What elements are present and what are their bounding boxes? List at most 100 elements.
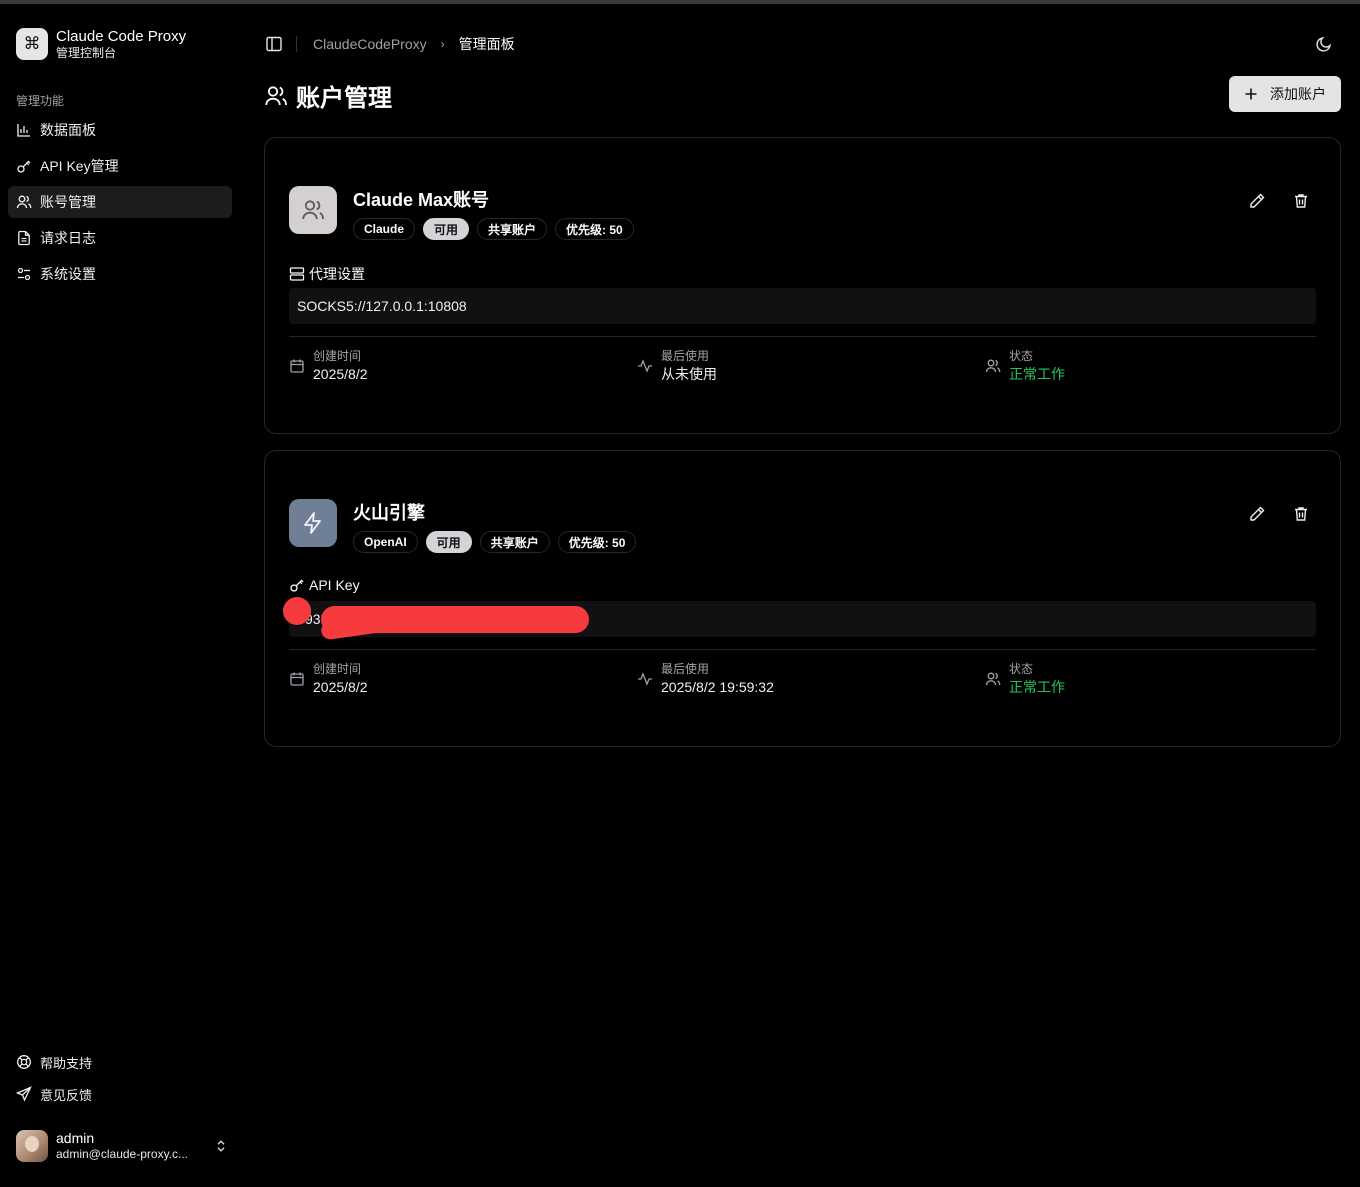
sidebar-item-label: 意见反馈 [40, 1087, 93, 1103]
send-icon [16, 1086, 32, 1102]
sidebar-item-label: 帮助支持 [40, 1055, 93, 1071]
created-time: 创建时间 2025/8/2 [289, 348, 368, 384]
user-name: admin [56, 1130, 95, 1146]
edit-icon[interactable] [1248, 192, 1266, 210]
priority-badge: 优先级: 50 [555, 218, 634, 240]
users-icon [289, 186, 337, 234]
meta-value: 从未使用 [661, 366, 717, 382]
user-email: admin@claude-proxy.c... [56, 1147, 189, 1161]
sidebar-item-label: 数据面板 [40, 122, 96, 138]
field-label-text: API Key [309, 577, 360, 593]
divider [289, 649, 1316, 650]
last-used: 最后使用 2025/8/2 19:59:32 [637, 661, 774, 697]
account-status: 状态 正常工作 [985, 661, 1065, 697]
meta-value: 正常工作 [1009, 679, 1065, 695]
sidebar-item-request-logs[interactable]: 请求日志 [8, 222, 232, 254]
chevron-right-icon: › [440, 37, 445, 51]
proxy-settings-label: 代理设置 [289, 264, 365, 284]
sidebar-toggle-icon[interactable] [264, 34, 284, 54]
meta-label: 状态 [1009, 662, 1034, 676]
trash-icon[interactable] [1292, 505, 1310, 523]
activity-icon [638, 672, 652, 686]
sidebar-item-label: 账号管理 [40, 194, 96, 210]
sidebar-item-accounts[interactable]: 账号管理 [8, 186, 232, 218]
command-icon: ⌘ [16, 28, 48, 60]
sidebar-item-help[interactable]: 帮助支持 [8, 1048, 232, 1076]
bar-chart-icon [17, 124, 30, 137]
status-badge: 可用 [425, 531, 472, 553]
meta-label: 状态 [1009, 349, 1034, 363]
divider [289, 336, 1316, 337]
sidebar-item-feedback[interactable]: 意见反馈 [8, 1080, 232, 1108]
sidebar-item-api-keys[interactable]: API Key管理 [8, 150, 232, 182]
sidebar: ⌘ Claude Code Proxy 管理控制台 管理功能 数据面板 API … [0, 4, 240, 1187]
last-used: 最后使用 从未使用 [637, 348, 717, 384]
app-subtitle: 管理控制台 [56, 46, 117, 60]
sidebar-item-label: API Key管理 [40, 158, 119, 174]
users-icon [985, 672, 1001, 686]
proxy-value: SOCKS5://127.0.0.1:10808 [289, 288, 1316, 324]
moon-icon[interactable] [1314, 34, 1334, 54]
edit-icon[interactable] [1248, 505, 1266, 523]
settings-sliders-icon [17, 267, 31, 281]
share-badge: 共享账户 [477, 218, 548, 240]
server-icon [289, 267, 305, 281]
sidebar-footer-nav: 帮助支持 意见反馈 [8, 1048, 232, 1112]
breadcrumb-current: 管理面板 [458, 36, 515, 52]
redaction-mark [283, 597, 311, 625]
sidebar-section-label: 管理功能 [16, 94, 65, 108]
avatar [16, 1130, 48, 1162]
field-label-text: 代理设置 [309, 266, 365, 282]
calendar-icon [290, 359, 304, 373]
meta-label: 最后使用 [661, 349, 710, 363]
page-title-text: 账户管理 [296, 85, 392, 112]
activity-icon [638, 359, 652, 373]
created-time: 创建时间 2025/8/2 [289, 661, 368, 697]
account-card: Claude Max账号 Claude 可用 共享账户 优先级: 50 代理设置… [264, 137, 1341, 434]
sidebar-item-settings[interactable]: 系统设置 [8, 258, 232, 290]
meta-value: 2025/8/2 19:59:32 [661, 679, 774, 695]
plus-icon [1245, 88, 1257, 100]
zap-icon [289, 499, 337, 547]
trash-icon[interactable] [1292, 192, 1310, 210]
redaction-mark [321, 606, 589, 633]
file-text-icon [18, 230, 30, 246]
account-name: 火山引擎 [353, 503, 425, 523]
sidebar-nav: 数据面板 API Key管理 账号管理 请求日志 系统设置 [8, 114, 232, 294]
brand[interactable]: ⌘ Claude Code Proxy 管理控制台 [16, 28, 186, 60]
meta-value: 2025/8/2 [313, 366, 368, 382]
meta-value: 2025/8/2 [313, 679, 368, 695]
priority-badge: 优先级: 50 [557, 531, 637, 553]
meta-label: 最后使用 [661, 662, 710, 676]
top-header: ClaudeCodeProxy › 管理面板 [264, 28, 1340, 60]
account-card: 火山引擎 OpenAI 可用 共享账户 优先级: 50 API Key 935 … [264, 450, 1341, 747]
platform-badge: OpenAI [353, 531, 418, 553]
users-icon [265, 85, 287, 105]
chevrons-up-down-icon [217, 1140, 225, 1152]
header-divider [296, 36, 297, 52]
page-title: 账户管理 [264, 78, 392, 113]
platform-badge: Claude [353, 218, 416, 240]
meta-value: 正常工作 [1009, 366, 1065, 382]
meta-label: 创建时间 [313, 662, 362, 676]
account-name: Claude Max账号 [353, 190, 490, 210]
sidebar-item-dashboard[interactable]: 数据面板 [8, 114, 232, 146]
life-buoy-icon [17, 1055, 31, 1069]
app-name: Claude Code Proxy [56, 28, 187, 45]
status-badge: 可用 [423, 218, 470, 240]
sidebar-item-label: 系统设置 [40, 266, 96, 282]
share-badge: 共享账户 [479, 531, 550, 553]
key-icon [290, 579, 304, 592]
account-status: 状态 正常工作 [985, 348, 1065, 384]
user-menu[interactable]: admin admin@claude-proxy.c... [16, 1130, 228, 1162]
api-key-label: API Key [289, 577, 360, 593]
users-icon [985, 359, 1001, 373]
add-account-label: 添加账户 [1270, 86, 1326, 102]
breadcrumb-root[interactable]: ClaudeCodeProxy [313, 36, 427, 52]
users-icon [16, 195, 32, 209]
add-account-button[interactable]: 添加账户 [1229, 76, 1341, 112]
meta-label: 创建时间 [313, 349, 362, 363]
key-icon [17, 160, 31, 173]
calendar-icon [290, 672, 304, 686]
sidebar-item-label: 请求日志 [40, 230, 96, 246]
